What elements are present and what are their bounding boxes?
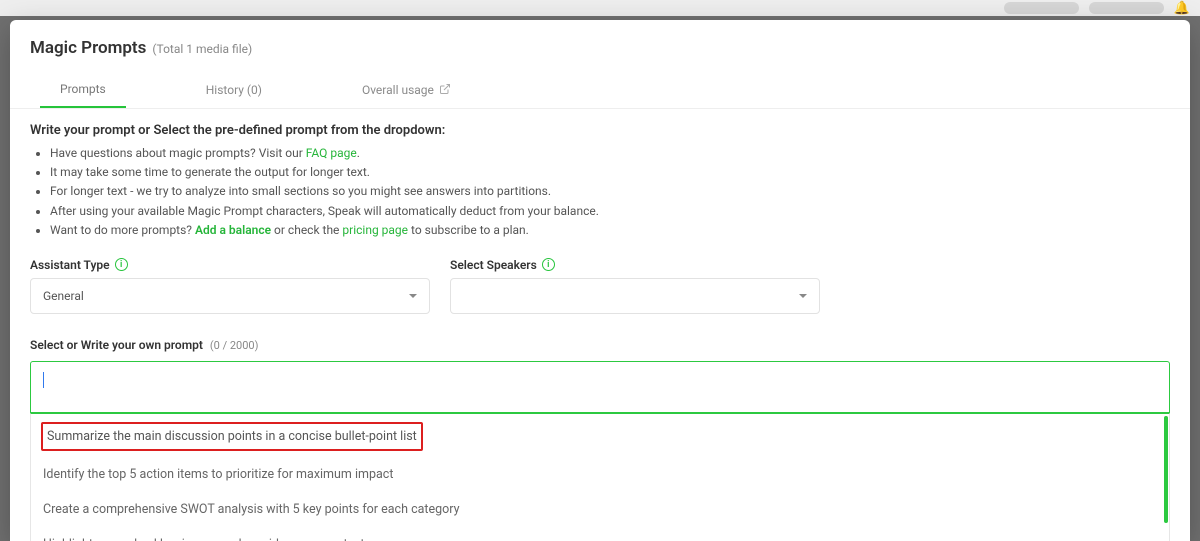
instruction-text: . <box>357 146 360 160</box>
assistant-type-select[interactable]: General <box>30 278 430 314</box>
instruction-item: It may take some time to generate the ou… <box>50 163 1170 182</box>
prompt-counter: (0 / 2000) <box>210 339 259 352</box>
magic-prompts-modal: Magic Prompts (Total 1 media file) Promp… <box>10 20 1190 541</box>
assistant-type-label: Assistant Type <box>30 258 110 272</box>
suggestion-item-swot[interactable]: Create a comprehensive SWOT analysis wit… <box>31 492 1169 527</box>
select-speakers-label: Select Speakers <box>450 258 537 272</box>
prompt-label: Select or Write your own prompt <box>30 338 203 352</box>
modal-title: Magic Prompts <box>30 38 146 58</box>
background-pill <box>1089 2 1164 14</box>
instruction-item: For longer text - we try to analyze into… <box>50 182 1170 201</box>
modal-header: Magic Prompts (Total 1 media file) <box>10 20 1190 72</box>
instruction-item: Have questions about magic prompts? Visi… <box>50 144 1170 163</box>
suggestion-item-unresolved[interactable]: Highlight unresolved key issues and prov… <box>31 527 1169 541</box>
chevron-down-icon <box>799 294 807 298</box>
scrollbar-track <box>1163 414 1169 541</box>
select-speakers-field: Select Speakers i <box>450 258 820 314</box>
tab-usage-label: Overall usage <box>362 83 434 97</box>
tab-history[interactable]: History (0) <box>186 72 282 108</box>
background-pill <box>1004 2 1079 14</box>
assistant-type-field: Assistant Type i General <box>30 258 430 314</box>
instruction-item: Want to do more prompts? Add a balance o… <box>50 221 1170 240</box>
chevron-down-icon <box>409 294 417 298</box>
instructions-title: Write your prompt or Select the pre-defi… <box>30 123 1170 138</box>
scrollbar-thumb[interactable] <box>1164 416 1168 523</box>
instructions-list: Have questions about magic prompts? Visi… <box>30 144 1170 240</box>
tab-prompts[interactable]: Prompts <box>40 72 126 108</box>
external-link-icon <box>439 83 451 98</box>
background-top-bar: 🔔 <box>0 0 1200 16</box>
bell-icon: 🔔 <box>1174 1 1190 16</box>
instruction-text: or check the <box>271 223 342 237</box>
text-cursor <box>43 372 44 388</box>
tabs-bar: Prompts History (0) Overall usage <box>10 72 1190 109</box>
tab-overall-usage[interactable]: Overall usage <box>342 72 471 108</box>
tab-history-label: History (0) <box>206 83 262 97</box>
suggestion-item-summarize[interactable]: Summarize the main discussion points in … <box>41 422 423 451</box>
add-balance-link[interactable]: Add a balance <box>195 223 271 237</box>
instruction-item: After using your available Magic Prompt … <box>50 202 1170 221</box>
instruction-text: Want to do more prompts? <box>50 223 195 237</box>
tab-prompts-label: Prompts <box>60 82 106 96</box>
modal-subtitle: (Total 1 media file) <box>152 42 252 56</box>
faq-link[interactable]: FAQ page <box>306 146 357 160</box>
instruction-text: to subscribe to a plan. <box>408 223 529 237</box>
info-icon[interactable]: i <box>542 258 555 271</box>
pricing-link[interactable]: pricing page <box>342 223 408 237</box>
instruction-text: Have questions about magic prompts? Visi… <box>50 146 306 160</box>
suggestion-item-action-items[interactable]: Identify the top 5 action items to prior… <box>31 457 1169 492</box>
select-speakers-select[interactable] <box>450 278 820 314</box>
info-icon[interactable]: i <box>115 258 128 271</box>
modal-content: Write your prompt or Select the pre-defi… <box>10 109 1190 541</box>
assistant-type-value: General <box>43 289 84 303</box>
prompt-suggestions-dropdown: Summarize the main discussion points in … <box>30 413 1170 541</box>
prompt-input[interactable] <box>30 361 1170 413</box>
